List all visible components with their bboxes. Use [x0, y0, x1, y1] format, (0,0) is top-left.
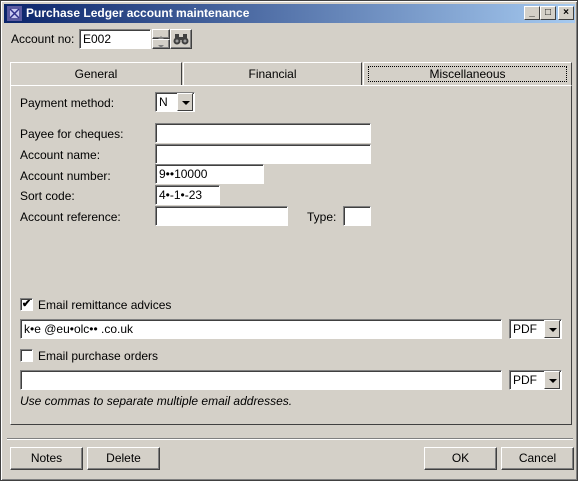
remittance-email-field[interactable]: k•e @eu•olc•• .co.uk	[20, 319, 502, 339]
tab-general[interactable]: General	[10, 62, 182, 86]
app-icon	[7, 6, 22, 21]
close-button[interactable]: ×	[558, 6, 574, 20]
tab-miscellaneous-label: Miscellaneous	[368, 66, 567, 82]
payment-method-dropdown-button[interactable]	[177, 93, 193, 111]
binoculars-icon	[173, 34, 189, 45]
tab-financial[interactable]: Financial	[183, 62, 362, 86]
spin-down-icon	[158, 45, 164, 48]
remittance-format-dropdown-button[interactable]	[544, 320, 560, 338]
account-maintenance-window: Purchase Ledger account maintenance _ □ …	[0, 0, 578, 481]
email-remittance-checkbox[interactable]: ✔	[20, 298, 33, 311]
account-spinner[interactable]	[152, 29, 170, 49]
email-remittance-label: Email remittance advices	[38, 298, 172, 312]
sort-code-field[interactable]: 4•-1•-23	[155, 185, 220, 205]
spin-up-button[interactable]	[152, 29, 170, 39]
account-name-field[interactable]	[155, 144, 371, 164]
maximize-button[interactable]: □	[540, 6, 556, 20]
purchase-orders-email-field[interactable]	[20, 370, 502, 390]
title-bar[interactable]: Purchase Ledger account maintenance _ □ …	[4, 4, 575, 23]
account-reference-field[interactable]	[155, 206, 288, 226]
payee-label: Payee for cheques:	[20, 127, 124, 141]
ok-button[interactable]: OK	[424, 447, 497, 470]
email-hint-text: Use commas to separate multiple email ad…	[20, 394, 293, 408]
window-title: Purchase Ledger account maintenance	[26, 6, 250, 20]
email-purchase-orders-label: Email purchase orders	[38, 349, 159, 363]
payment-method-value: N	[159, 95, 168, 109]
spin-down-button[interactable]	[152, 39, 170, 49]
payment-method-label: Payment method:	[20, 96, 115, 110]
sort-code-label: Sort code:	[20, 189, 75, 203]
type-label: Type:	[307, 210, 337, 224]
account-number-label: Account number:	[20, 169, 111, 183]
type-field[interactable]	[343, 206, 371, 226]
find-account-button[interactable]	[170, 29, 192, 49]
account-reference-label: Account reference:	[20, 210, 121, 224]
tab-miscellaneous[interactable]: Miscellaneous	[363, 62, 572, 86]
account-number-field[interactable]: 9••10000	[155, 164, 264, 184]
delete-button[interactable]: Delete	[87, 447, 160, 470]
account-name-label: Account name:	[20, 148, 101, 162]
notes-button[interactable]: Notes	[10, 447, 83, 470]
minimize-button[interactable]: _	[524, 6, 540, 20]
account-no-field[interactable]: E002	[79, 29, 151, 49]
purchase-orders-format-value: PDF	[513, 373, 537, 387]
account-no-label: Account no:	[11, 32, 75, 46]
payee-field[interactable]	[155, 123, 371, 143]
remittance-format-value: PDF	[513, 322, 537, 336]
cancel-button[interactable]: Cancel	[501, 447, 574, 470]
bottom-separator	[7, 438, 573, 440]
email-purchase-orders-checkbox[interactable]	[20, 349, 33, 362]
purchase-orders-format-dropdown-button[interactable]	[544, 371, 560, 389]
